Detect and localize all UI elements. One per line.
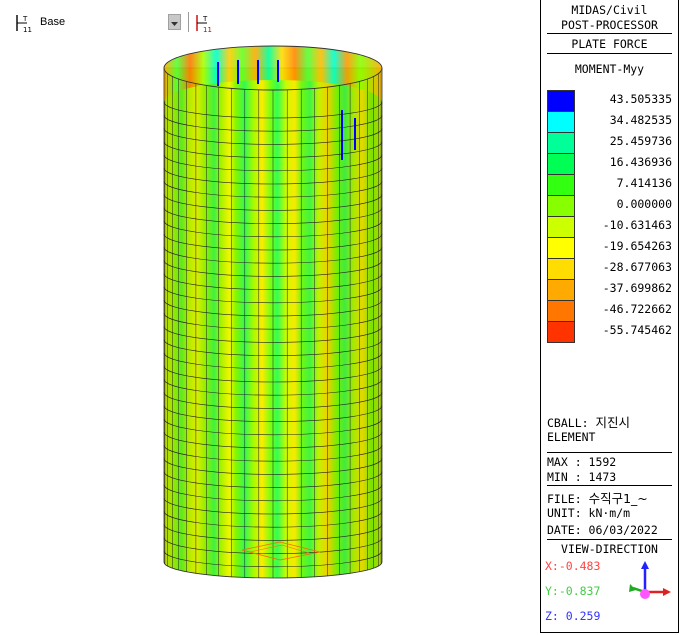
legend-value: -55.745462 [602, 323, 672, 337]
legend-value: 25.459736 [609, 134, 672, 148]
cylinder-shaft-model[interactable] [160, 40, 386, 585]
legend-value: 0.000000 [616, 197, 672, 211]
legend-value: 43.505335 [609, 92, 672, 106]
story-icon[interactable]: T 11 [14, 12, 36, 34]
legend-swatch [547, 132, 575, 154]
legend-swatch [547, 300, 575, 322]
divider [547, 539, 672, 540]
legend-value: -10.631463 [602, 218, 672, 232]
legend-swatch [547, 321, 575, 343]
viewport-toolbar: T 11 Base T 11 [0, 0, 540, 40]
legend-value: -19.654263 [602, 239, 672, 253]
svg-text:11: 11 [203, 26, 212, 34]
divider [547, 485, 672, 486]
max-element: MAX : 1592 [547, 455, 617, 469]
story-dropdown-button[interactable] [168, 14, 181, 30]
legend-value: -46.722662 [602, 302, 672, 316]
story-level-icon[interactable]: T 11 [194, 12, 216, 34]
divider [547, 53, 672, 54]
legend-swatch [547, 258, 575, 280]
load-case: CBALL: 지진시 [547, 412, 630, 431]
load-case-name: 지진시 [595, 415, 630, 430]
result-component: MOMENT-Myy [574, 62, 645, 76]
legend-value: 16.436936 [609, 155, 672, 169]
legend-value: -28.677063 [602, 260, 672, 274]
unit-line: UNIT: kN·m/m [547, 506, 631, 520]
story-selector-label[interactable]: Base [40, 16, 65, 28]
toolbar-separator [188, 12, 189, 32]
view-direction-x: X:-0.483 [545, 559, 601, 573]
legend-value: -37.699862 [602, 281, 672, 295]
legend-swatch [547, 90, 575, 112]
file-name: FILE: 수직구1_~ [547, 488, 648, 507]
svg-text:11: 11 [23, 26, 32, 34]
legend-swatch [547, 279, 575, 301]
load-case-prefix: CBALL: [547, 416, 589, 430]
divider [547, 452, 672, 453]
model-viewport[interactable]: T 11 Base T 11 [0, 0, 540, 633]
svg-text:T: T [202, 15, 208, 23]
divider [547, 33, 672, 34]
legend-swatch [547, 174, 575, 196]
axis-triad-icon [629, 561, 671, 599]
result-type: PLATE FORCE [571, 37, 648, 51]
element-label: ELEMENT [547, 430, 596, 444]
legend-swatch [547, 111, 575, 133]
view-direction-label: VIEW-DIRECTION [561, 542, 658, 556]
legend-swatch [547, 216, 575, 238]
app-subtitle: POST-PROCESSOR [561, 18, 658, 32]
result-info-panel: MIDAS/Civil POST-PROCESSOR PLATE FORCE M… [540, 0, 679, 633]
legend-value: 34.482535 [609, 113, 672, 127]
legend-swatch [547, 195, 575, 217]
view-direction-y: Y:-0.837 [545, 584, 601, 598]
app-name: MIDAS/Civil [571, 3, 648, 17]
file-prefix: FILE: [547, 492, 582, 506]
date-line: DATE: 06/03/2022 [547, 523, 658, 537]
chevron-down-icon [171, 22, 178, 26]
legend-value: 7.414136 [616, 176, 672, 190]
legend-swatch [547, 153, 575, 175]
legend-swatch [547, 237, 575, 259]
view-direction-z: Z: 0.259 [545, 609, 601, 623]
min-element: MIN : 1473 [547, 470, 617, 484]
svg-text:T: T [22, 15, 28, 23]
file-name-value: 수직구1_~ [588, 491, 648, 506]
